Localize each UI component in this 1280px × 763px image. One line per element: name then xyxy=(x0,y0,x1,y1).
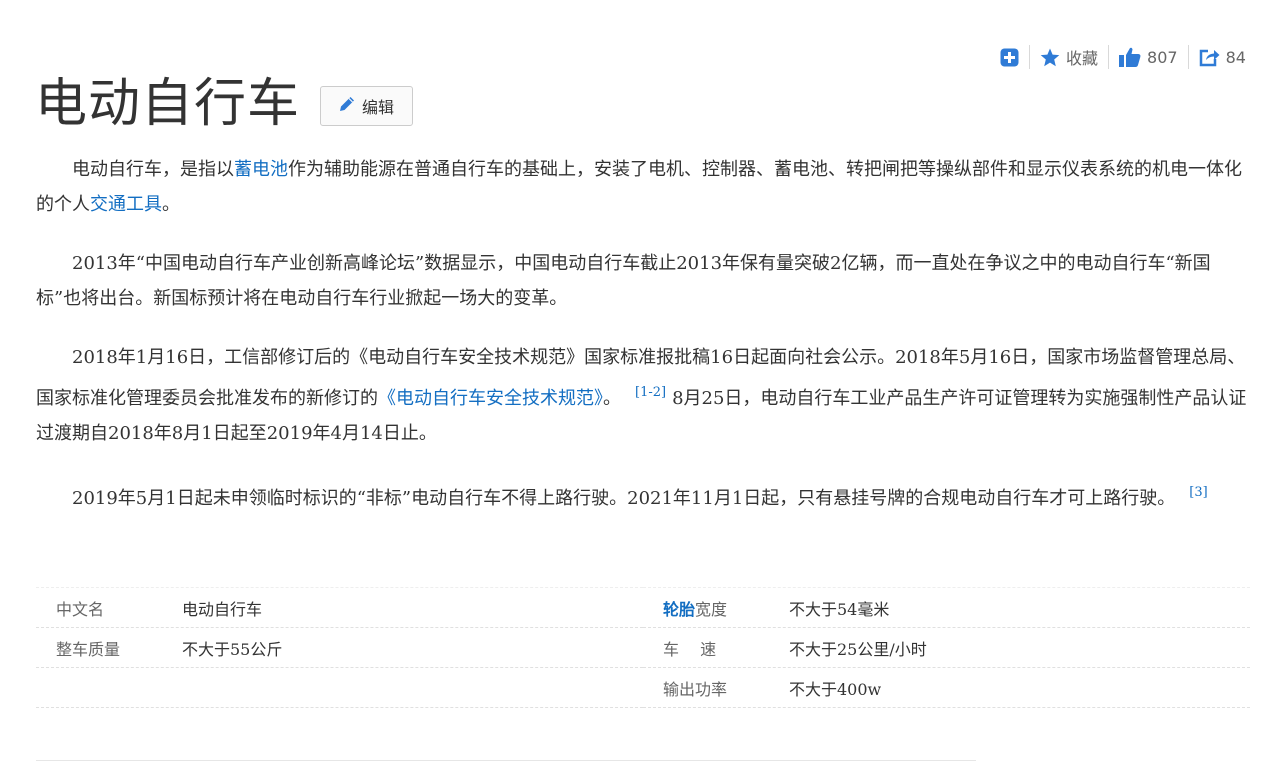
paragraph-text: 。 xyxy=(603,388,621,409)
basic-info: 中文名 电动自行车 整车质量 不大于55公斤 轮胎宽度 不大于54毫米 车 速 … xyxy=(36,587,1250,708)
pencil-icon xyxy=(339,96,355,116)
info-name: 输出功率 xyxy=(663,679,728,699)
link-tire[interactable]: 轮胎 xyxy=(663,600,695,619)
title-row: 电动自行车 编辑 xyxy=(35,74,414,134)
info-value: 不大于54毫米 xyxy=(789,599,890,619)
basic-info-left: 中文名 电动自行车 整车质量 不大于55公斤 xyxy=(36,587,643,708)
paragraph-2: 2013年“中国电动自行车产业创新高峰论坛”数据显示，中国电动自行车截止2013… xyxy=(36,246,1248,316)
paragraph-4: 2019年5月1日起未申领临时标识的“非标”电动自行车不得上路行驶。2021年1… xyxy=(36,475,1248,516)
reference-1-2[interactable]: [1-2] xyxy=(635,385,666,400)
star-icon xyxy=(1040,48,1060,67)
info-row: 输出功率 不大于400w xyxy=(643,668,1250,708)
edit-label: 编辑 xyxy=(362,98,395,117)
paragraph-3: 2018年1月16日，工信部修订后的《电动自行车安全技术规范》国家标准报批稿16… xyxy=(36,340,1248,451)
page-title: 电动自行车 xyxy=(35,74,301,134)
add-button[interactable] xyxy=(1000,48,1019,67)
article-toolbar: 收藏 807 84 xyxy=(1000,44,1246,70)
info-name: 中文名 xyxy=(56,599,105,619)
info-row: 轮胎宽度 不大于54毫米 xyxy=(643,587,1250,628)
toolbar-divider xyxy=(1029,45,1030,69)
summary-content: 电动自行车，是指以蓄电池作为辅助能源在普通自行车的基础上，安装了电机、控制器、蓄… xyxy=(36,152,1248,540)
basic-info-right: 轮胎宽度 不大于54毫米 车 速 不大于25公里/小时 输出功率 不大于400w xyxy=(643,587,1250,708)
info-row: 中文名 电动自行车 xyxy=(36,587,643,628)
paragraph-text: 。 xyxy=(162,194,180,215)
edit-button[interactable]: 编辑 xyxy=(320,86,414,126)
paragraph-1: 电动自行车，是指以蓄电池作为辅助能源在普通自行车的基础上，安装了电机、控制器、蓄… xyxy=(36,152,1248,222)
favorite-label: 收藏 xyxy=(1066,49,1099,68)
info-value: 不大于55公斤 xyxy=(182,639,283,659)
info-row: 整车质量 不大于55公斤 xyxy=(36,628,643,668)
reference-3[interactable]: [3] xyxy=(1189,485,1207,500)
info-name: 轮胎宽度 xyxy=(643,596,789,620)
info-name: 车 速 xyxy=(663,639,717,659)
favorite-button[interactable]: 收藏 xyxy=(1040,45,1098,69)
link-battery[interactable]: 蓄电池 xyxy=(234,159,288,180)
info-value: 不大于400w xyxy=(789,679,882,699)
info-value: 电动自行车 xyxy=(182,599,263,619)
section-divider xyxy=(36,760,976,761)
info-name-rest: 宽度 xyxy=(695,599,728,619)
link-safety-standard[interactable]: 《电动自行车安全技术规范》 xyxy=(378,388,603,409)
toolbar-divider xyxy=(1187,45,1189,69)
paragraph-text: 2019年5月1日起未申领临时标识的“非标”电动自行车不得上路行驶。2021年1… xyxy=(72,488,1176,509)
info-row: 车 速 不大于25公里/小时 xyxy=(643,628,1250,668)
info-name: 整车质量 xyxy=(56,639,121,659)
paragraph-text: 2013年“中国电动自行车产业创新高峰论坛”数据显示，中国电动自行车截止2013… xyxy=(36,253,1211,309)
share-count: 84 xyxy=(1225,47,1246,67)
link-transport[interactable]: 交通工具 xyxy=(90,194,162,215)
share-button[interactable]: 84 xyxy=(1199,48,1246,67)
info-row-empty xyxy=(36,668,643,708)
thumbs-up-icon xyxy=(1119,47,1141,67)
like-count: 807 xyxy=(1147,47,1178,67)
toolbar-divider xyxy=(1108,45,1110,69)
like-button[interactable]: 807 xyxy=(1119,47,1178,67)
paragraph-text: 电动自行车，是指以 xyxy=(72,159,234,180)
share-icon xyxy=(1199,48,1220,67)
info-value: 不大于25公里/小时 xyxy=(789,639,927,659)
plus-square-icon xyxy=(1000,48,1019,67)
